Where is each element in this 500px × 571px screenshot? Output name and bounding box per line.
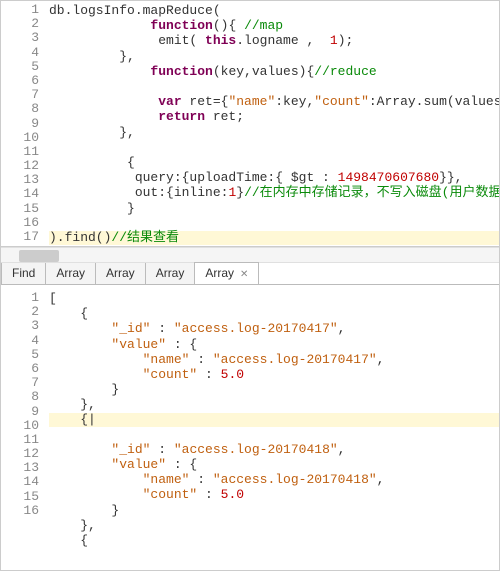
line-number: 8 — [19, 102, 39, 116]
code-line[interactable]: "_id" : "access.log-20170417", — [49, 321, 345, 336]
line-number: 13 — [19, 461, 39, 475]
tab-label: Array — [156, 266, 185, 280]
code-line[interactable]: "count" : 5.0 — [49, 487, 244, 502]
code-line[interactable]: } — [49, 503, 119, 518]
code-line[interactable]: [ — [49, 291, 57, 306]
line-number: 12 — [19, 159, 39, 173]
line-number: 10 — [19, 419, 39, 433]
code-line[interactable]: } — [49, 382, 119, 397]
code-line[interactable]: db.logsInfo.mapReduce( — [49, 3, 221, 18]
code-line[interactable]: }, — [49, 518, 96, 533]
line-number: 11 — [19, 145, 39, 159]
result-tab-bar: Find Array Array Array Array ✕ — [1, 263, 499, 285]
line-number: 13 — [19, 173, 39, 187]
result-editor: 12345678910111213141516 [ { "_id" : "acc… — [1, 289, 499, 569]
result-gutter: 12345678910111213141516 — [1, 289, 45, 569]
code-line[interactable]: function(key,values){//reduce — [49, 64, 377, 79]
top-editor: 1234567891011121314151617 db.logsInfo.ma… — [1, 1, 499, 247]
code-line[interactable]: { — [49, 306, 88, 321]
code-line[interactable]: out:{inline:1}//在内存中存储记录，不写入磁盘(用户数据量少的场景… — [49, 185, 499, 200]
line-number: 4 — [19, 46, 39, 60]
line-number: 2 — [19, 17, 39, 31]
line-number: 7 — [19, 88, 39, 102]
code-line[interactable]: "_id" : "access.log-20170418", — [49, 442, 345, 457]
result-tab[interactable]: Array — [45, 262, 96, 284]
line-number: 15 — [19, 202, 39, 216]
code-line[interactable]: }, — [49, 49, 135, 64]
line-number: 4 — [19, 334, 39, 348]
code-line[interactable]: var ret={"name":key,"count":Array.sum(va… — [49, 94, 499, 109]
code-line[interactable]: { — [49, 533, 88, 548]
line-number: 14 — [19, 187, 39, 201]
result-tab[interactable]: Array ✕ — [194, 262, 259, 284]
horizontal-scrollbar[interactable] — [1, 247, 499, 263]
line-number: 16 — [19, 504, 39, 518]
close-icon[interactable]: ✕ — [240, 269, 248, 280]
code-line[interactable]: } — [49, 201, 135, 216]
line-number: 1 — [19, 291, 39, 305]
line-number: 11 — [19, 433, 39, 447]
line-number: 16 — [19, 216, 39, 230]
result-tab[interactable]: Array — [145, 262, 196, 284]
line-number: 8 — [19, 390, 39, 404]
code-line[interactable]: function(){ //map — [49, 18, 283, 33]
line-number: 9 — [19, 405, 39, 419]
line-number: 3 — [19, 31, 39, 45]
code-line[interactable]: query:{uploadTime:{ $gt : 1498470607680}… — [49, 170, 462, 185]
line-number: 1 — [19, 3, 39, 17]
code-line[interactable]: "name" : "access.log-20170418", — [49, 472, 384, 487]
scrollbar-thumb[interactable] — [19, 250, 59, 262]
editor-code[interactable]: db.logsInfo.mapReduce( function(){ //map… — [45, 1, 499, 246]
result-tab[interactable]: Array — [95, 262, 146, 284]
code-line[interactable]: {| — [49, 413, 499, 427]
code-line[interactable]: "count" : 5.0 — [49, 367, 244, 382]
line-number: 9 — [19, 117, 39, 131]
editor-gutter: 1234567891011121314151617 — [1, 1, 45, 246]
line-number: 12 — [19, 447, 39, 461]
tab-label: Find — [12, 266, 35, 280]
line-number: 3 — [19, 319, 39, 333]
line-number: 10 — [19, 131, 39, 145]
code-line[interactable]: "name" : "access.log-20170417", — [49, 352, 384, 367]
line-number: 17 — [19, 230, 39, 244]
tab-label: Array — [56, 266, 85, 280]
code-line[interactable]: "value" : { — [49, 337, 197, 352]
code-line[interactable]: }, — [49, 125, 135, 140]
tab-label: Array — [106, 266, 135, 280]
line-number: 15 — [19, 490, 39, 504]
line-number: 5 — [19, 348, 39, 362]
line-number: 2 — [19, 305, 39, 319]
result-tab[interactable]: Find — [1, 262, 46, 284]
code-line[interactable]: "value" : { — [49, 457, 197, 472]
tab-label: Array — [205, 266, 234, 280]
result-code[interactable]: [ { "_id" : "access.log-20170417", "valu… — [45, 289, 499, 569]
code-line[interactable]: }, — [49, 397, 96, 412]
code-line[interactable]: emit( this.logname , 1); — [49, 33, 353, 48]
line-number: 7 — [19, 376, 39, 390]
code-line[interactable]: ).find()//结果查看 — [49, 231, 499, 245]
code-line[interactable]: { — [49, 155, 135, 170]
code-line[interactable]: return ret; — [49, 109, 244, 124]
line-number: 5 — [19, 60, 39, 74]
line-number: 6 — [19, 74, 39, 88]
line-number: 14 — [19, 475, 39, 489]
line-number: 6 — [19, 362, 39, 376]
